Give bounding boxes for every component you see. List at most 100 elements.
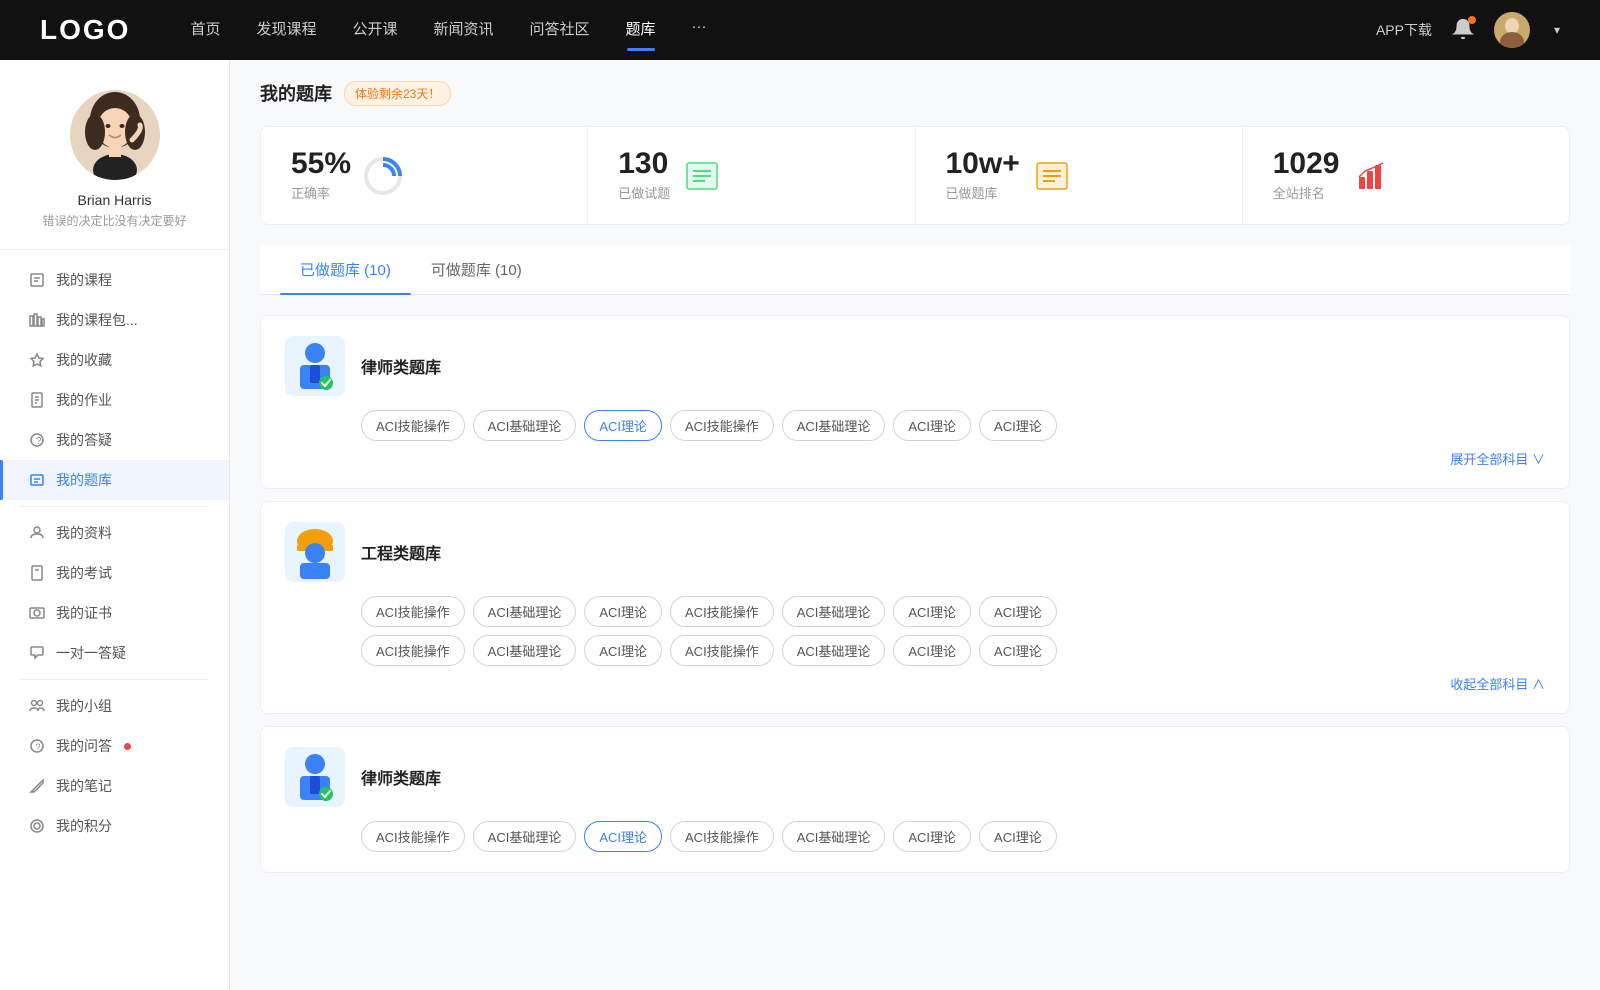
sidebar-item-bank[interactable]: 我的题库 xyxy=(0,460,229,500)
lawyer2-tag-1[interactable]: ACI基础理论 xyxy=(473,821,577,852)
stat-done-banks-icon xyxy=(1032,156,1072,196)
sidebar-item-qa-personal[interactable]: ? 我的答疑 xyxy=(0,420,229,460)
profile-icon xyxy=(28,524,46,542)
eng-tag-1[interactable]: ACI基础理论 xyxy=(473,596,577,627)
sidebar-item-points[interactable]: 我的积分 xyxy=(0,806,229,846)
sidebar-item-course[interactable]: 我的课程 xyxy=(0,260,229,300)
app-download-link[interactable]: APP下载 xyxy=(1376,20,1432,40)
sidebar-profile: Brian Harris 错误的决定比没有决定要好 xyxy=(0,80,229,250)
topnav: LOGO 首页 发现课程 公开课 新闻资讯 问答社区 题库 ··· APP下载 xyxy=(0,0,1600,60)
nav-bank[interactable]: 题库 xyxy=(626,18,656,43)
sidebar-item-profile[interactable]: 我的资料 xyxy=(0,513,229,553)
sidebar-item-homework[interactable]: 我的作业 xyxy=(0,380,229,420)
tab-available[interactable]: 可做题库 (10) xyxy=(411,245,542,294)
topnav-links: 首页 发现课程 公开课 新闻资讯 问答社区 题库 ··· xyxy=(190,18,1376,43)
bank-tag-3[interactable]: ACI技能操作 xyxy=(670,410,774,441)
lawyer2-tag-5[interactable]: ACI理论 xyxy=(893,821,971,852)
stat-done-questions-label: 已做试题 xyxy=(618,183,670,202)
homework-icon xyxy=(28,391,46,409)
sidebar-item-cert-label: 我的证书 xyxy=(56,603,112,623)
nav-qa[interactable]: 问答社区 xyxy=(530,18,590,43)
bank-tag-1[interactable]: ACI基础理论 xyxy=(473,410,577,441)
eng-tag-5[interactable]: ACI理论 xyxy=(893,596,971,627)
bank-card-lawyer-1-expand[interactable]: 展开全部科目 ∨ xyxy=(285,449,1545,468)
user-avatar[interactable] xyxy=(1494,12,1530,48)
eng-tag2-3[interactable]: ACI技能操作 xyxy=(670,635,774,666)
stat-accuracy: 55% 正确率 xyxy=(261,127,588,224)
tab-done[interactable]: 已做题库 (10) xyxy=(280,245,411,294)
bank-card-lawyer-1-header: 律师类题库 xyxy=(285,336,1545,396)
sidebar-item-questions[interactable]: ? 我的问答 xyxy=(0,726,229,766)
stat-done-questions-value: 130 xyxy=(618,149,670,179)
sidebar-item-profile-label: 我的资料 xyxy=(56,523,112,543)
stat-done-banks: 10w+ 已做题库 xyxy=(916,127,1243,224)
bank-card-lawyer-1: 律师类题库 ACI技能操作 ACI基础理论 ACI理论 ACI技能操作 ACI基… xyxy=(260,315,1570,489)
sidebar-item-one-on-one[interactable]: 一对一答疑 xyxy=(0,633,229,673)
bank-card-lawyer-2-header: 律师类题库 xyxy=(285,747,1545,807)
sidebar-item-notes[interactable]: 我的笔记 xyxy=(0,766,229,806)
notification-bell[interactable] xyxy=(1452,18,1474,43)
sidebar-motto: 错误的决定比没有决定要好 xyxy=(42,212,186,229)
sidebar-item-cert[interactable]: 我的证书 xyxy=(0,593,229,633)
group-icon xyxy=(28,697,46,715)
logo: LOGO xyxy=(40,14,130,46)
bank-card-engineer-1-tags-row2: ACI技能操作 ACI基础理论 ACI理论 ACI技能操作 ACI基础理论 AC… xyxy=(361,635,1545,666)
nav-home[interactable]: 首页 xyxy=(190,18,220,43)
eng-tag-4[interactable]: ACI基础理论 xyxy=(782,596,886,627)
stat-accuracy-info: 55% 正确率 xyxy=(291,149,351,202)
lawyer2-tag-2[interactable]: ACI理论 xyxy=(584,821,662,852)
lawyer2-tag-0[interactable]: ACI技能操作 xyxy=(361,821,465,852)
bank-tag-6[interactable]: ACI理论 xyxy=(979,410,1057,441)
bank-card-lawyer-1-tags: ACI技能操作 ACI基础理论 ACI理论 ACI技能操作 ACI基础理论 AC… xyxy=(361,410,1545,441)
sidebar-item-exam-label: 我的考试 xyxy=(56,563,112,583)
bank-card-engineer-1-header: 工程类题库 xyxy=(285,522,1545,582)
lawyer2-tag-4[interactable]: ACI基础理论 xyxy=(782,821,886,852)
eng-tag2-4[interactable]: ACI基础理论 xyxy=(782,635,886,666)
bank-card-lawyer-2-icon xyxy=(285,747,345,807)
bank-card-lawyer-2-tags: ACI技能操作 ACI基础理论 ACI理论 ACI技能操作 ACI基础理论 AC… xyxy=(361,821,1545,852)
main-layout: Brian Harris 错误的决定比没有决定要好 我的课程 我的课程包... xyxy=(0,60,1600,990)
eng-tag2-6[interactable]: ACI理论 xyxy=(979,635,1057,666)
sidebar-item-favorites[interactable]: 我的收藏 xyxy=(0,340,229,380)
sidebar-item-group[interactable]: 我的小组 xyxy=(0,686,229,726)
eng-tag2-0[interactable]: ACI技能操作 xyxy=(361,635,465,666)
eng-tag2-1[interactable]: ACI基础理论 xyxy=(473,635,577,666)
main-content: 我的题库 体验剩余23天！ 55% 正确率 xyxy=(230,60,1600,990)
sidebar: Brian Harris 错误的决定比没有决定要好 我的课程 我的课程包... xyxy=(0,60,230,990)
stat-done-questions-info: 130 已做试题 xyxy=(618,149,670,202)
svg-text:?: ? xyxy=(36,436,42,447)
bank-tag-5[interactable]: ACI理论 xyxy=(893,410,971,441)
nav-more[interactable]: ··· xyxy=(692,18,707,43)
bank-card-lawyer-2-title: 律师类题库 xyxy=(361,765,441,789)
sidebar-item-notes-label: 我的笔记 xyxy=(56,776,112,796)
eng-tag-2[interactable]: ACI理论 xyxy=(584,596,662,627)
sidebar-item-exam[interactable]: 我的考试 xyxy=(0,553,229,593)
sidebar-divider-1 xyxy=(20,506,209,507)
eng-tag-0[interactable]: ACI技能操作 xyxy=(361,596,465,627)
eng-tag-6[interactable]: ACI理论 xyxy=(979,596,1057,627)
nav-news[interactable]: 新闻资讯 xyxy=(434,18,494,43)
user-dropdown-arrow[interactable]: ▾ xyxy=(1554,23,1560,37)
stat-rank-icon xyxy=(1352,156,1392,196)
sidebar-avatar xyxy=(70,90,160,180)
bank-tag-2[interactable]: ACI理论 xyxy=(584,410,662,441)
stat-accuracy-value: 55% xyxy=(291,149,351,179)
nav-discover[interactable]: 发现课程 xyxy=(256,18,316,43)
sidebar-item-course-pkg[interactable]: 我的课程包... xyxy=(0,300,229,340)
lawyer2-tag-3[interactable]: ACI技能操作 xyxy=(670,821,774,852)
favorites-icon xyxy=(28,351,46,369)
eng-tag-3[interactable]: ACI技能操作 xyxy=(670,596,774,627)
trial-badge: 体验剩余23天！ xyxy=(344,81,451,106)
eng-tag2-5[interactable]: ACI理论 xyxy=(893,635,971,666)
stat-done-banks-info: 10w+ 已做题库 xyxy=(946,149,1020,202)
bank-tag-4[interactable]: ACI基础理论 xyxy=(782,410,886,441)
stat-accuracy-label: 正确率 xyxy=(291,183,351,202)
sidebar-menu: 我的课程 我的课程包... 我的收藏 我的作业 xyxy=(0,250,229,856)
lawyer2-tag-6[interactable]: ACI理论 xyxy=(979,821,1057,852)
bank-tag-0[interactable]: ACI技能操作 xyxy=(361,410,465,441)
points-icon xyxy=(28,817,46,835)
bank-card-engineer-1-expand[interactable]: 收起全部科目 ∧ xyxy=(285,674,1545,693)
questions-notification-dot xyxy=(124,743,131,750)
eng-tag2-2[interactable]: ACI理论 xyxy=(584,635,662,666)
nav-open[interactable]: 公开课 xyxy=(352,18,397,43)
